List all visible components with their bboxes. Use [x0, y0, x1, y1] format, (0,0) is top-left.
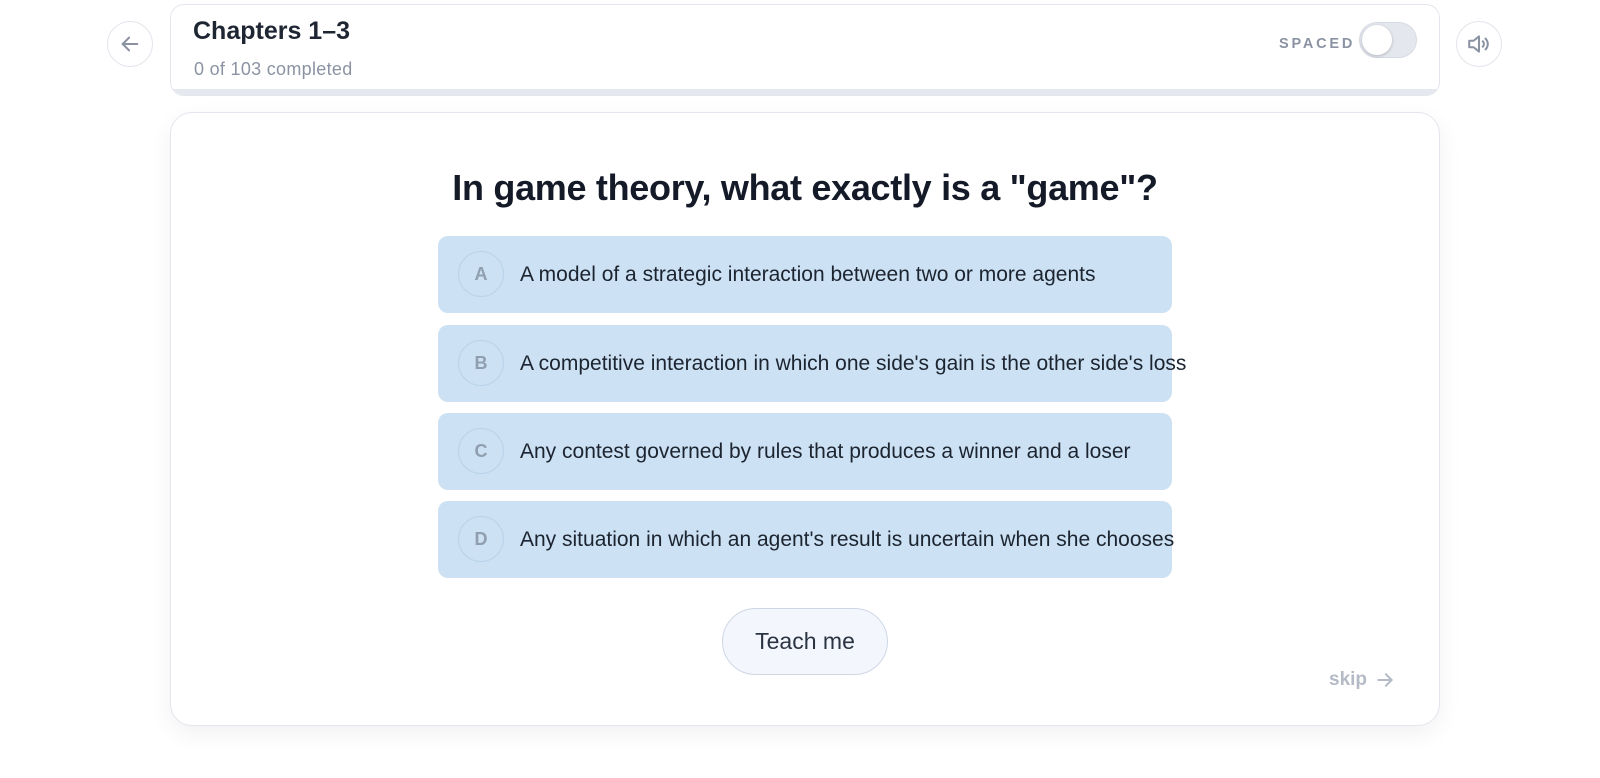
lesson-title: Chapters 1–3: [193, 17, 351, 45]
skip-label: skip: [1329, 669, 1368, 690]
back-button[interactable]: [107, 21, 153, 67]
skip-button[interactable]: skip: [1329, 669, 1395, 691]
option-letter: D: [458, 516, 504, 562]
progress-bar: [171, 89, 1439, 95]
option-text: A model of a strategic interaction betwe…: [520, 262, 1096, 286]
sound-button[interactable]: [1456, 21, 1502, 67]
question-text: In game theory, what exactly is a "game"…: [452, 167, 1158, 208]
option-letter: C: [458, 428, 504, 474]
toggle-knob: [1362, 25, 1392, 55]
question-card: In game theory, what exactly is a "game"…: [170, 112, 1440, 726]
option-text: A competitive interaction in which one s…: [520, 351, 1187, 375]
progress-text: 0 of 103 completed: [194, 59, 353, 79]
answer-option-c[interactable]: C Any contest governed by rules that pro…: [438, 413, 1172, 490]
answer-option-b[interactable]: B A competitive interaction in which one…: [438, 325, 1186, 402]
speaker-icon: [1468, 35, 1489, 53]
answer-option-a[interactable]: A A model of a strategic interaction bet…: [438, 236, 1172, 313]
option-text: Any situation in which an agent's result…: [520, 527, 1175, 551]
option-letter: B: [458, 340, 504, 386]
answer-option-d[interactable]: D Any situation in which an agent's resu…: [438, 501, 1175, 578]
spaced-label: SPACED: [1279, 36, 1356, 52]
arrow-left-icon: [121, 36, 139, 52]
arrow-right-icon: [1377, 673, 1393, 687]
lesson-header: Chapters 1–3 0 of 103 completed SPACED: [170, 4, 1440, 96]
teach-me-button[interactable]: Teach me: [722, 608, 888, 675]
option-text: Any contest governed by rules that produ…: [520, 439, 1131, 463]
spaced-toggle[interactable]: [1359, 22, 1417, 58]
option-letter: A: [458, 251, 504, 297]
